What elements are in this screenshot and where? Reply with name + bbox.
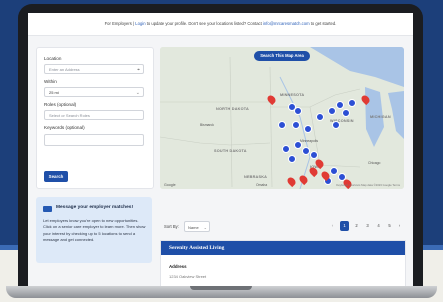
- location-pin[interactable]: [328, 107, 336, 115]
- promo-title: Message your employer matches!: [56, 205, 134, 210]
- notice-suffix: to get started.: [310, 21, 337, 26]
- address-value: 1234 Oakview Street: [169, 274, 207, 279]
- location-pin[interactable]: [294, 141, 302, 149]
- city-label: Minneapolis: [300, 139, 319, 143]
- city-label: Omaha: [256, 183, 268, 187]
- notice-prefix: For Employers |: [104, 21, 135, 26]
- location-pin[interactable]: [278, 121, 286, 129]
- location-pin[interactable]: [302, 147, 310, 155]
- within-label: Within: [44, 79, 57, 84]
- chevron-down-icon: ⌄: [135, 90, 140, 96]
- sort-select[interactable]: Name ⌄: [184, 221, 210, 232]
- location-pin[interactable]: [304, 125, 312, 133]
- address-label: Address: [169, 264, 187, 269]
- location-pin[interactable]: [330, 167, 338, 175]
- roles-select[interactable]: Select or Search Roles: [44, 110, 144, 120]
- roles-label: Roles (optional): [44, 102, 77, 107]
- search-filters-panel: Location Enter an Address ⌖ Within 25 mi…: [36, 47, 154, 189]
- location-input[interactable]: Enter an Address ⌖: [44, 64, 144, 74]
- crosshair-icon[interactable]: ⌖: [137, 65, 140, 75]
- within-value: 25 mi: [49, 90, 59, 95]
- map-terrain: [160, 47, 404, 189]
- google-logo: Google: [164, 183, 176, 187]
- employer-message-promo: Message your employer matches! Let emplo…: [36, 197, 152, 263]
- browser-screen: For Employers | Login to update your pro…: [28, 13, 413, 290]
- page-button[interactable]: 4: [374, 221, 383, 231]
- sort-value: Name: [188, 225, 199, 230]
- sort-label: Sort By:: [164, 224, 179, 229]
- sort-and-pagination: Sort By: Name ⌄ ‹ 1 2 3 4 5 ›: [160, 221, 404, 235]
- keywords-input[interactable]: [44, 134, 144, 146]
- map-credit: Keyboard shortcuts Map data ©2023 Google…: [336, 183, 400, 187]
- location-pin[interactable]: [294, 107, 302, 115]
- city-label: Bismarck: [200, 123, 214, 127]
- result-title[interactable]: Serenity Assisted Living: [161, 241, 405, 255]
- location-label: Location: [44, 56, 62, 61]
- region-label: MINNESOTA: [280, 93, 305, 97]
- page-button[interactable]: 5: [385, 221, 394, 231]
- next-page-icon[interactable]: ›: [395, 221, 404, 231]
- city-label: Chicago: [368, 161, 381, 165]
- region-label: SOUTH DAKOTA: [214, 149, 247, 153]
- page-button[interactable]: 1: [340, 221, 349, 231]
- location-pin[interactable]: [348, 99, 356, 107]
- location-placeholder: Enter an Address: [49, 67, 80, 72]
- login-link[interactable]: Login: [135, 21, 145, 26]
- keywords-label: Keywords (optional): [44, 125, 85, 130]
- locations-map[interactable]: Search This Map Area NORTH DAKOTA SOUTH …: [160, 47, 404, 189]
- location-pin[interactable]: [342, 109, 350, 117]
- search-button[interactable]: Search: [44, 171, 68, 182]
- contact-email-link[interactable]: info@mrcaresmatch.com: [263, 21, 310, 26]
- message-icon: [43, 206, 52, 212]
- within-select[interactable]: 25 mi ⌄: [44, 87, 144, 97]
- laptop-frame: For Employers | Login to update your pro…: [18, 4, 423, 292]
- promo-body: Let employers know you're open to new op…: [43, 218, 146, 243]
- location-pin[interactable]: [336, 101, 344, 109]
- location-pin[interactable]: [310, 151, 318, 159]
- search-map-area-button[interactable]: Search This Map Area: [254, 51, 310, 61]
- laptop-notch: [190, 286, 252, 290]
- prev-page-icon[interactable]: ‹: [328, 221, 337, 231]
- result-card[interactable]: Serenity Assisted Living Address 1234 Oa…: [160, 240, 406, 290]
- notice-middle: to update your profile. Don't see your l…: [146, 21, 262, 26]
- page-button[interactable]: 2: [352, 221, 361, 231]
- location-pin[interactable]: [288, 155, 296, 163]
- location-pin[interactable]: [332, 121, 340, 129]
- page-button[interactable]: 3: [363, 221, 372, 231]
- chevron-down-icon: ⌄: [203, 225, 207, 230]
- location-pin[interactable]: [282, 145, 290, 153]
- employer-notice-bar: For Employers | Login to update your pro…: [28, 13, 413, 36]
- location-pin[interactable]: [316, 113, 324, 121]
- location-pin[interactable]: [292, 121, 300, 129]
- region-label: NORTH DAKOTA: [216, 107, 249, 111]
- roles-placeholder: Select or Search Roles: [49, 113, 90, 118]
- region-label: MICHIGAN: [370, 115, 391, 119]
- region-label: NEBRASKA: [244, 175, 268, 179]
